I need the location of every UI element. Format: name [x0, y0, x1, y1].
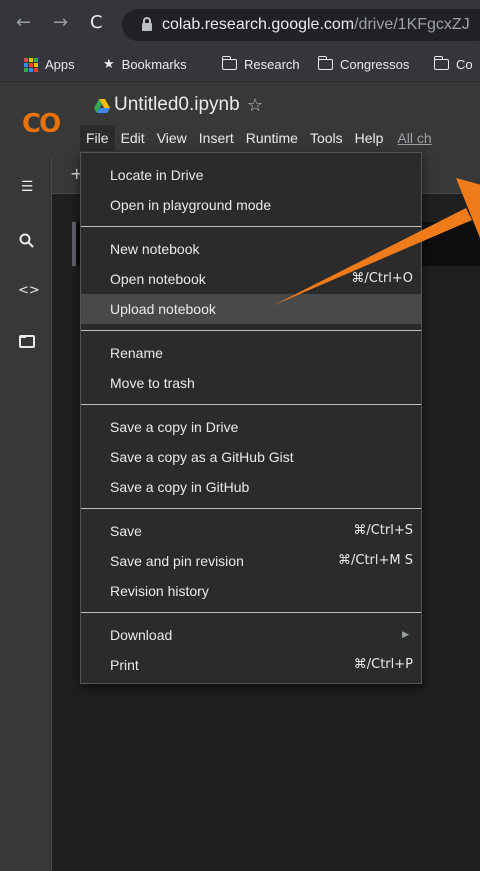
menu-item-save-copy-github[interactable]: Save a copy in GitHub — [81, 472, 421, 502]
bookmark-label: Bookmarks — [121, 57, 187, 72]
menu-item-label: Upload notebook — [110, 301, 216, 317]
bookmark-research[interactable]: Research — [221, 56, 300, 72]
url-host: colab.research.google.com — [162, 16, 355, 33]
menu-item-shortcut: ⌘/Ctrl+P — [353, 657, 413, 672]
menu-item-label: Print — [110, 657, 139, 673]
bookmark-congressos[interactable]: Congressos — [317, 56, 410, 72]
menu-item-label: Move to trash — [110, 375, 195, 391]
back-arrow-icon[interactable]: ← — [16, 13, 31, 33]
google-drive-icon — [94, 99, 110, 113]
table-of-contents-icon[interactable]: ☰ — [18, 178, 36, 196]
menu-item-new-notebook[interactable]: New notebook — [81, 234, 421, 264]
folder-icon — [221, 56, 237, 70]
menu-divider — [81, 226, 421, 227]
menu-item-download[interactable]: Download ▶ — [81, 620, 421, 650]
menu-item-open-playground[interactable]: Open in playground mode — [81, 190, 421, 220]
menu-item-open-notebook[interactable]: Open notebook ⌘/Ctrl+O — [81, 264, 421, 294]
menu-item-label: Open in playground mode — [110, 197, 272, 213]
menu-divider — [81, 404, 421, 405]
logo-text: CO — [22, 109, 61, 139]
menu-insert[interactable]: Insert — [193, 125, 240, 151]
menu-item-shortcut: ⌘/Ctrl+O — [351, 271, 413, 286]
file-menu-dropdown: Locate in Drive Open in playground mode … — [80, 152, 422, 684]
bookmark-label: Congressos — [340, 57, 410, 72]
bookmark-label: Co — [456, 57, 473, 72]
bookmark-bookmarks[interactable]: ★ Bookmarks — [103, 57, 187, 72]
menu-item-label: Rename — [110, 345, 163, 361]
search-icon[interactable] — [18, 232, 36, 250]
menu-item-label: Save a copy as a GitHub Gist — [110, 449, 294, 465]
menu-item-print[interactable]: Print ⌘/Ctrl+P — [81, 650, 421, 680]
menu-item-label: Save and pin revision — [110, 553, 244, 569]
menu-view[interactable]: View — [151, 125, 193, 151]
folder-icon — [317, 56, 333, 70]
files-folder-icon[interactable] — [18, 332, 36, 350]
menu-item-revision-history[interactable]: Revision history — [81, 576, 421, 606]
menu-help[interactable]: Help — [349, 125, 390, 151]
menu-item-label: Revision history — [110, 583, 209, 599]
menu-edit[interactable]: Edit — [115, 125, 151, 151]
colab-header: CO Untitled0.ipynb ☆ File Edit View Inse… — [0, 82, 480, 158]
menu-divider — [81, 508, 421, 509]
menu-file[interactable]: File — [80, 125, 115, 151]
menu-item-label: Save a copy in GitHub — [110, 479, 250, 495]
menu-item-move-to-trash[interactable]: Move to trash — [81, 368, 421, 398]
apps-grid-icon — [24, 57, 38, 72]
bookmark-label: Research — [244, 57, 300, 72]
menu-runtime[interactable]: Runtime — [240, 125, 304, 151]
menu-item-shortcut: ⌘/Ctrl+S — [353, 523, 413, 538]
menu-divider — [81, 330, 421, 331]
bookmark-co[interactable]: Co — [433, 56, 473, 72]
reload-icon[interactable]: C — [90, 13, 103, 33]
menu-item-save-pin-revision[interactable]: Save and pin revision ⌘/Ctrl+M S — [81, 546, 421, 576]
all-changes-link[interactable]: All ch — [389, 125, 437, 151]
menu-item-rename[interactable]: Rename — [81, 338, 421, 368]
url-path: /drive/1KFgcxZJ — [354, 16, 470, 33]
colab-logo[interactable]: CO — [22, 109, 61, 139]
menu-item-save-copy-drive[interactable]: Save a copy in Drive — [81, 412, 421, 442]
star-icon: ★ — [103, 57, 115, 72]
menu-item-save-copy-gist[interactable]: Save a copy as a GitHub Gist — [81, 442, 421, 472]
star-outline-icon[interactable]: ☆ — [247, 95, 263, 116]
code-snippets-icon[interactable]: <> — [18, 282, 40, 300]
folder-icon — [433, 56, 449, 70]
menu-item-label: New notebook — [110, 241, 200, 257]
notebook-title[interactable]: Untitled0.ipynb — [114, 94, 240, 116]
bookmarks-bar: Apps ★ Bookmarks Research Congressos Co — [0, 48, 480, 82]
menu-item-label: Download — [110, 627, 173, 643]
submenu-arrow-icon: ▶ — [402, 630, 409, 640]
menu-item-label: Save a copy in Drive — [110, 419, 239, 435]
forward-arrow-icon[interactable]: → — [53, 13, 68, 33]
menu-item-label: Save — [110, 523, 142, 539]
menu-item-label: Open notebook — [110, 271, 206, 287]
menu-item-locate-in-drive[interactable]: Locate in Drive — [81, 160, 421, 190]
bookmark-label: Apps — [45, 57, 75, 72]
address-bar[interactable]: colab.research.google.com/drive/1KFgcxZJ — [122, 9, 480, 41]
menu-item-label: Locate in Drive — [110, 167, 204, 183]
lock-icon — [142, 17, 152, 31]
left-sidebar: ☰ <> — [0, 158, 52, 871]
menu-bar: File Edit View Insert Runtime Tools Help… — [80, 125, 438, 151]
menu-tools[interactable]: Tools — [304, 125, 349, 151]
bookmark-apps[interactable]: Apps — [24, 57, 75, 72]
menu-item-shortcut: ⌘/Ctrl+M S — [337, 553, 413, 568]
menu-item-upload-notebook[interactable]: Upload notebook — [81, 294, 421, 324]
url-text: colab.research.google.com/drive/1KFgcxZJ — [162, 16, 470, 34]
menu-divider — [81, 612, 421, 613]
menu-item-save[interactable]: Save ⌘/Ctrl+S — [81, 516, 421, 546]
browser-toolbar: ← → C colab.research.google.com/drive/1K… — [0, 0, 480, 48]
